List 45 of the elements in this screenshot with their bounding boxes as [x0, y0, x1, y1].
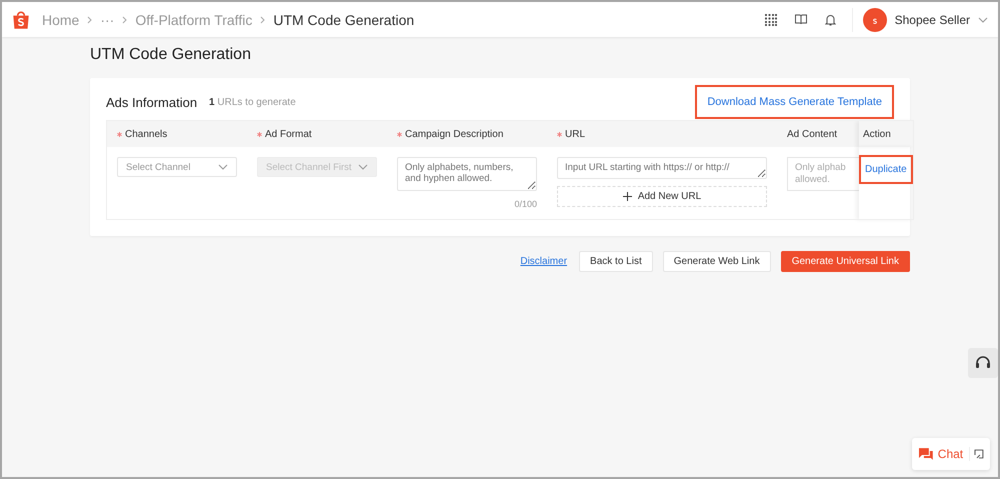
url-field[interactable]: Input URL starting with https:// or http:// — [557, 157, 767, 179]
disclaimer-link[interactable]: Disclaimer — [520, 256, 568, 267]
page-title: UTM Code Generation — [90, 46, 252, 64]
chat-icon[interactable] — [918, 447, 934, 461]
support-button[interactable] — [968, 348, 998, 378]
chevron-right-icon — [122, 16, 128, 24]
duplicate-link[interactable]: Duplicate — [859, 155, 913, 184]
required-asterisk-icon — [397, 132, 402, 136]
column-header: Ad Content — [787, 128, 838, 140]
chat-button[interactable]: Chat — [938, 447, 970, 461]
notification-icon[interactable] — [824, 14, 836, 26]
column-header: URL — [557, 128, 586, 140]
chevron-down-icon — [358, 164, 368, 170]
breadcrumb-item[interactable]: ··· — [100, 12, 114, 28]
url-count: 1 URLs to generate — [209, 96, 296, 108]
channel-select[interactable]: Select Channel — [117, 157, 237, 177]
chevron-right-icon — [260, 16, 266, 24]
column-header: Channels — [117, 128, 168, 140]
required-asterisk-icon — [117, 132, 122, 136]
chevron-down-icon — [978, 16, 988, 22]
description-field[interactable]: Only alphabets, numbers, and hyphen allowed. — [397, 157, 537, 191]
breadcrumb-item: UTM Code Generation — [273, 12, 414, 28]
character-counter: 0/100 — [513, 199, 537, 209]
secondary-button[interactable]: Generate Web Link — [662, 251, 771, 272]
plus-icon — [622, 192, 632, 201]
account-name[interactable]: Shopee Seller — [894, 12, 970, 26]
breadcrumb-item[interactable]: Home — [42, 12, 80, 28]
minimize-icon[interactable] — [974, 449, 984, 459]
section-title: Ads Information — [106, 94, 198, 110]
required-asterisk-icon — [557, 132, 562, 136]
add-url-button[interactable]: Add New URL — [557, 186, 767, 207]
required-asterisk-icon — [257, 132, 262, 136]
avatar[interactable] — [862, 8, 887, 32]
secondary-button[interactable]: Back to List — [579, 251, 653, 272]
download-template-link[interactable]: Download Mass Generate Template — [695, 85, 894, 119]
column-header: Ad Format — [257, 128, 312, 140]
chevron-right-icon — [87, 16, 92, 24]
breadcrumb-item[interactable]: Off-Platform Traffic — [135, 12, 252, 28]
chevron-down-icon — [218, 164, 228, 170]
column-header: Campaign Description — [397, 128, 504, 140]
primary-button[interactable]: Generate Universal Link — [780, 251, 910, 272]
column-header: Action — [863, 128, 891, 140]
ad-content-field[interactable]: Only alphab allowed. — [787, 157, 859, 191]
book-icon[interactable] — [794, 14, 807, 25]
apps-grid-icon[interactable] — [764, 14, 777, 26]
